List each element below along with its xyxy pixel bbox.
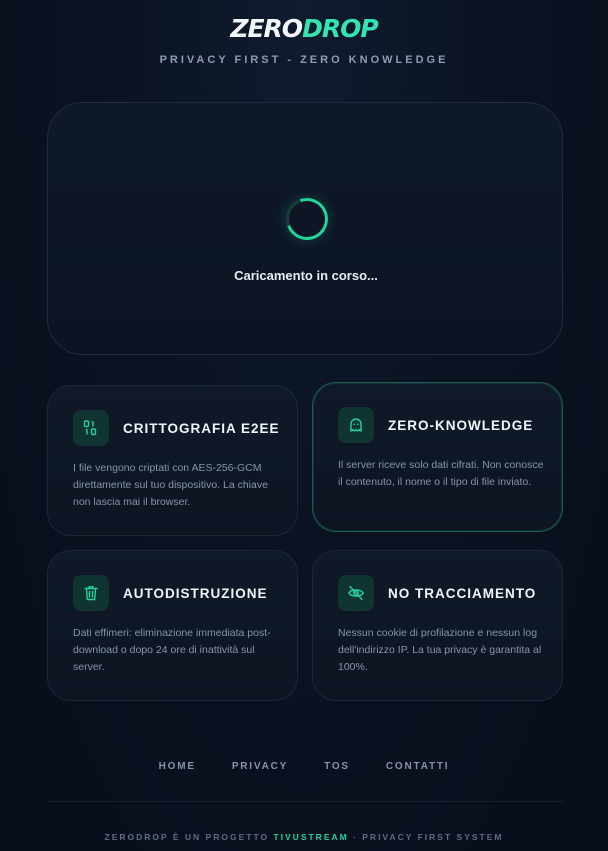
page: ZERODROP PRIVACY FIRST - ZERO KNOWLEDGE … xyxy=(0,0,608,851)
trash-icon xyxy=(84,586,98,601)
footer-link-contacts[interactable]: CONTATTI xyxy=(386,761,449,772)
credits-prefix: ZERODROP È UN PROGETTO xyxy=(104,832,274,842)
footer-divider xyxy=(47,801,563,802)
feature-icon-box xyxy=(338,407,374,443)
footer-nav: HOME PRIVACY TOS CONTATTI xyxy=(0,761,608,772)
logo[interactable]: ZERODROP xyxy=(0,14,608,43)
feature-icon-box xyxy=(338,575,374,611)
feature-title: CRITTOGRAFIA E2EE xyxy=(123,421,280,436)
credits-brand-link[interactable]: TIVUSTREAM xyxy=(273,832,348,842)
ghost-icon xyxy=(350,418,362,432)
footer-link-privacy[interactable]: PRIVACY xyxy=(232,761,288,772)
logo-part-drop: DROP xyxy=(302,14,379,43)
feature-description: Dati effimeri: eliminazione immediata po… xyxy=(73,627,271,673)
feature-title: AUTODISTRUZIONE xyxy=(123,586,268,601)
loading-card: Caricamento in corso... xyxy=(47,102,563,355)
feature-title: NO TRACCIAMENTO xyxy=(388,586,537,601)
loading-text: Caricamento in corso... xyxy=(234,268,378,283)
footer-credits: ZERODROP È UN PROGETTO TIVUSTREAM · PRIV… xyxy=(0,832,608,842)
feature-description: Nessun cookie di profilazione e nessun l… xyxy=(338,627,542,673)
feature-title: ZERO-KNOWLEDGE xyxy=(388,418,534,433)
feature-description: I file vengono criptati con AES-256-GCM … xyxy=(73,462,268,508)
loading-spinner-icon xyxy=(279,191,335,247)
credits-suffix: · PRIVACY FIRST SYSTEM xyxy=(348,832,504,842)
binary-icon xyxy=(83,420,97,436)
tagline: PRIVACY FIRST - ZERO KNOWLEDGE xyxy=(159,54,449,66)
eye-slash-icon xyxy=(348,585,364,601)
feature-icon-box xyxy=(73,575,109,611)
feature-card-self-destruct: AUTODISTRUZIONE Dati effimeri: eliminazi… xyxy=(47,550,298,701)
footer-link-tos[interactable]: TOS xyxy=(324,761,350,772)
feature-card-encryption: CRITTOGRAFIA E2EE I file vengono criptat… xyxy=(47,385,298,536)
feature-description: Il server riceve solo dati cifrati. Non … xyxy=(338,459,544,488)
logo-part-zero: ZERO xyxy=(230,14,303,43)
footer-link-home[interactable]: HOME xyxy=(159,761,196,772)
feature-icon-box xyxy=(73,410,109,446)
feature-card-zero-knowledge: ZERO-KNOWLEDGE Il server riceve solo dat… xyxy=(312,382,563,532)
feature-card-no-tracking: NO TRACCIAMENTO Nessun cookie di profila… xyxy=(312,550,563,701)
